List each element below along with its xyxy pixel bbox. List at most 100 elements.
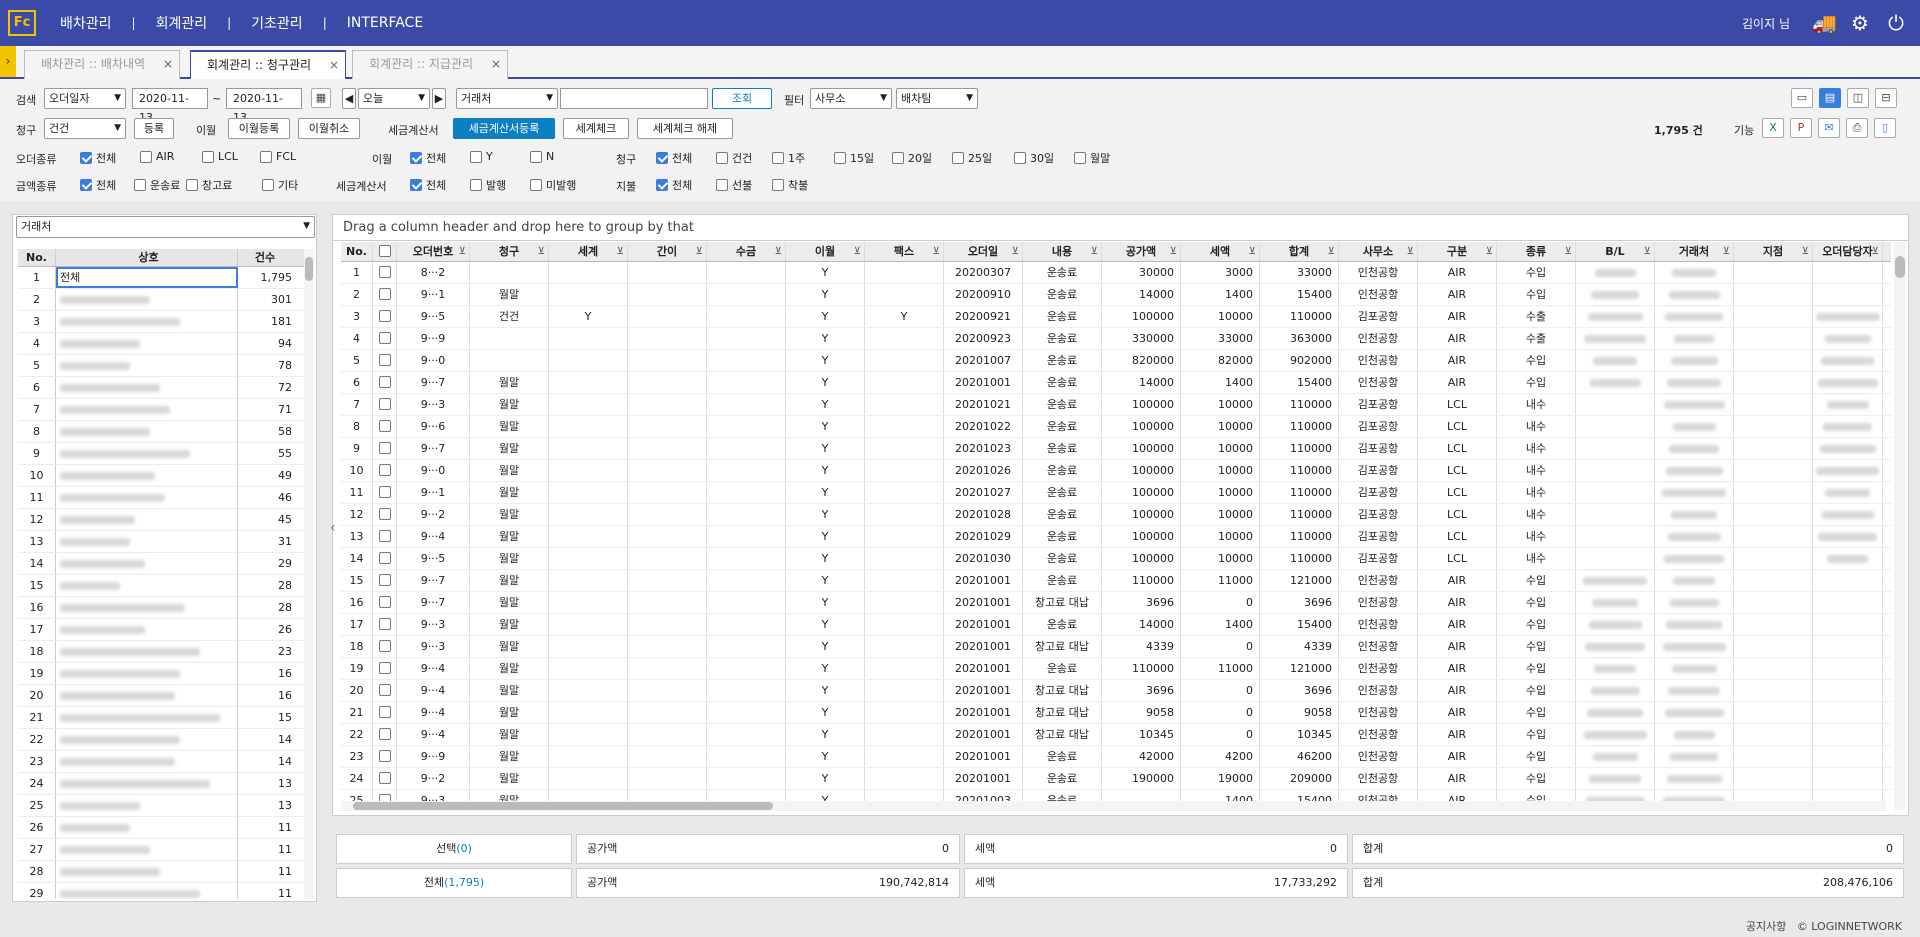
table-row[interactable]: 15 9···7 월말 Y 20201001 운송료 110000 11000 121000 인천… <box>341 570 1891 592</box>
checkbox-amount-types[interactable]: 전체 <box>80 177 116 193</box>
checkbox-box[interactable] <box>952 152 964 164</box>
table-cell[interactable] <box>373 438 397 459</box>
col-header[interactable]: 오더일 ⊻ <box>944 242 1023 261</box>
partner-row[interactable]: 17 26 <box>18 619 311 641</box>
tab-dispatch-history[interactable]: 배차관리 :: 배차내역 × <box>24 50 180 79</box>
checkbox-box[interactable] <box>80 152 92 164</box>
row-checkbox[interactable] <box>378 376 391 388</box>
checkbox-box[interactable] <box>410 179 422 191</box>
checkbox-box[interactable] <box>410 152 422 164</box>
col-header[interactable]: 세계 ⊻ <box>549 242 628 261</box>
checkbox-invoice-opts[interactable]: 전체 <box>410 177 446 193</box>
notice-link[interactable]: 공지사항 <box>1746 920 1786 933</box>
table-row[interactable]: 17 9···3 월말 Y 20201001 운송료 14000 1400 15400 인천공항 A… <box>341 614 1891 636</box>
col-header[interactable]: 내용 ⊻ <box>1023 242 1102 261</box>
table-cell[interactable] <box>373 482 397 503</box>
checkbox-order-types[interactable]: FCL <box>260 150 296 163</box>
table-row[interactable]: 6 9···7 월말 Y 20201001 운송료 14000 1400 15400 인천공항 AI… <box>341 372 1891 394</box>
partner-row[interactable]: 22 14 <box>18 729 311 751</box>
row-checkbox[interactable] <box>378 552 391 564</box>
close-icon[interactable]: × <box>163 51 173 78</box>
tax-check-button[interactable]: 세계체크 <box>563 118 629 139</box>
checkbox-box[interactable] <box>1014 152 1026 164</box>
table-row[interactable]: 3 9···5 건건 Y Y Y 20200921 운송료 100000 10000 110000 김… <box>341 306 1891 328</box>
table-cell[interactable] <box>373 746 397 767</box>
table-cell[interactable] <box>373 394 397 415</box>
checkbox-claim-opts[interactable]: 월말 <box>1074 150 1110 166</box>
nav-dispatch[interactable]: 배차관리 <box>60 13 112 33</box>
table-row[interactable]: 11 9···1 월말 Y 20201027 운송료 100000 10000 110000 김포… <box>341 482 1891 504</box>
table-row[interactable]: 16 9···7 월말 Y 20201001 창고료 대납 3696 0 3696 인천공항 AIR… <box>341 592 1891 614</box>
checkbox-box[interactable] <box>1074 152 1086 164</box>
table-cell[interactable] <box>373 768 397 789</box>
table-cell[interactable] <box>373 680 397 701</box>
checkbox-box[interactable] <box>656 152 668 164</box>
filter-icon[interactable]: ⊻ <box>1644 242 1651 261</box>
col-header[interactable]: B/L ⊻ <box>1576 242 1655 261</box>
date-from-input[interactable]: 2020-11-13 <box>132 88 208 124</box>
table-cell[interactable] <box>373 504 397 525</box>
col-header[interactable]: 청구 ⊻ <box>470 242 549 261</box>
row-checkbox[interactable] <box>378 618 391 630</box>
scroll-thumb[interactable] <box>305 257 313 281</box>
checkbox-claim-opts[interactable]: 25일 <box>952 150 992 166</box>
table-cell[interactable] <box>373 548 397 569</box>
row-checkbox[interactable] <box>378 706 391 718</box>
filter-icon[interactable]: ⊻ <box>696 242 703 261</box>
nav-accounting[interactable]: 회계관리 <box>156 13 208 33</box>
checkbox-pay-opts[interactable]: 착불 <box>772 177 808 193</box>
checkbox-claim-opts[interactable]: 전체 <box>656 150 692 166</box>
filter-icon[interactable]: ⊻ <box>1012 242 1019 261</box>
checkbox-box[interactable] <box>772 179 784 191</box>
checkbox-order-types[interactable]: LCL <box>202 150 238 163</box>
table-cell[interactable] <box>373 724 397 745</box>
partner-row[interactable]: 1 전체 1,795 <box>18 267 311 289</box>
table-row[interactable]: 10 9···0 월말 Y 20201026 운송료 100000 10000 110000 김포… <box>341 460 1891 482</box>
partner-row[interactable]: 16 28 <box>18 597 311 619</box>
col-header[interactable]: 사무소 ⊻ <box>1339 242 1418 261</box>
nav-interface[interactable]: INTERFACE <box>347 15 423 31</box>
col-header[interactable]: 구분 ⊻ <box>1418 242 1497 261</box>
table-cell[interactable] <box>373 614 397 635</box>
partner-row[interactable]: 5 78 <box>18 355 311 377</box>
row-checkbox[interactable] <box>378 266 391 278</box>
col-header[interactable]: 오더담당자 ⊻ <box>1813 242 1883 261</box>
period-select[interactable]: 오늘 ▼ <box>358 88 430 109</box>
table-cell[interactable] <box>373 592 397 613</box>
team-select[interactable]: 배차팀 ▼ <box>896 88 978 109</box>
row-checkbox[interactable] <box>378 662 391 674</box>
tab-payment-management[interactable]: 회계관리 :: 지급관리 × <box>352 50 508 79</box>
col-header[interactable]: 세액 ⊻ <box>1181 242 1260 261</box>
table-row[interactable]: 7 9···3 월말 Y 20201021 운송료 100000 10000 110000 김포공… <box>341 394 1891 416</box>
filter-icon[interactable]: ⊻ <box>1723 242 1730 261</box>
nav-basic[interactable]: 기초관리 <box>251 13 303 33</box>
truck-icon[interactable]: 🚚 <box>1812 11 1837 35</box>
row-checkbox[interactable] <box>378 354 391 366</box>
calendar-icon[interactable]: ▦ <box>311 88 331 108</box>
checkbox-box[interactable] <box>140 150 152 163</box>
row-checkbox[interactable] <box>378 508 391 520</box>
office-select[interactable]: 사무소 ▼ <box>810 88 892 109</box>
table-row[interactable]: 5 9···0 Y 20201007 운송료 820000 82000 902000 인천공항 A… <box>341 350 1891 372</box>
col-header[interactable]: 합계 ⊻ <box>1260 242 1339 261</box>
table-cell[interactable] <box>373 372 397 393</box>
table-row[interactable]: 4 9···9 Y 20200923 운송료 330000 33000 363000 인천공항 A… <box>341 328 1891 350</box>
table-row[interactable]: 20 9···4 월말 Y 20201001 창고료 대납 3696 0 3696 인천공항 AIR… <box>341 680 1891 702</box>
checkbox-order-types[interactable]: AIR <box>140 150 174 163</box>
print-icon[interactable]: ⎙ <box>1846 118 1868 138</box>
partner-row[interactable]: 29 11 <box>18 883 311 899</box>
table-row[interactable]: 21 9···4 월말 Y 20201001 창고료 대납 9058 0 9058 인천공항 AIR… <box>341 702 1891 724</box>
partner-row[interactable]: 10 49 <box>18 465 311 487</box>
partner-row[interactable]: 3 181 <box>18 311 311 333</box>
filter-icon[interactable]: ⊻ <box>1170 242 1177 261</box>
table-cell[interactable] <box>373 416 397 437</box>
query-button[interactable]: 조회 <box>712 88 772 109</box>
table-row[interactable]: 13 9···4 월말 Y 20201029 운송료 100000 10000 110000 김포… <box>341 526 1891 548</box>
row-checkbox[interactable] <box>378 574 391 586</box>
table-cell[interactable] <box>373 284 397 305</box>
col-header[interactable] <box>373 242 397 261</box>
tab-toggle-icon[interactable]: › <box>0 46 16 77</box>
col-header[interactable]: 지점 ⊻ <box>1734 242 1813 261</box>
checkbox-box[interactable] <box>656 179 668 191</box>
col-header[interactable]: 팩스 ⊻ <box>865 242 944 261</box>
